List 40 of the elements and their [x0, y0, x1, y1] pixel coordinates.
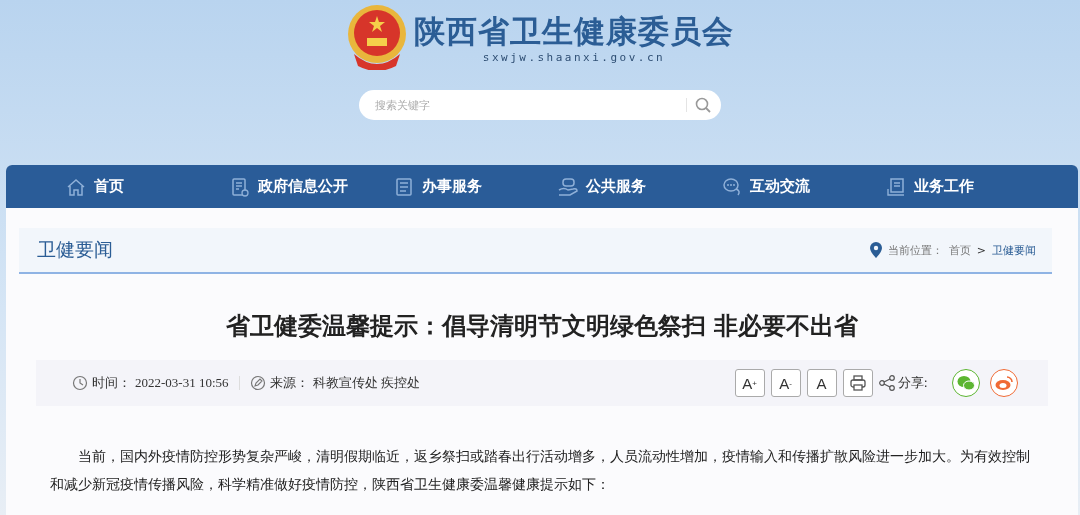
nav-item[interactable]: 业务工作: [886, 165, 1050, 208]
nav-item[interactable]: 互动交流: [722, 165, 886, 208]
breadcrumb-separator: >: [976, 243, 986, 257]
search-icon[interactable]: [695, 97, 711, 113]
search-field[interactable]: 搜索关键字: [359, 90, 721, 120]
share-button[interactable]: [990, 369, 1018, 397]
font-size-button[interactable]: A$^{-}$: [770, 369, 801, 397]
meta-value: 2022-03-31 10:56: [135, 375, 229, 391]
chat-icon: [722, 176, 742, 197]
meta-label: 来源：: [269, 374, 309, 392]
share-button[interactable]: [952, 369, 980, 397]
list-icon: [394, 176, 414, 197]
document-icon: [230, 176, 250, 197]
hand-icon: [558, 176, 578, 197]
home-icon: [66, 176, 86, 197]
article-title: 省卫健委温馨提示：倡导清明节文明绿色祭扫 非必要不出省: [224, 311, 860, 342]
font-size-button[interactable]: A$^{+}$: [734, 369, 765, 397]
nav-item[interactable]: 首页: [66, 165, 230, 208]
location-pin-icon: [869, 242, 882, 258]
breadcrumb-link[interactable]: 首页: [948, 242, 971, 258]
share-label: 分享:: [897, 374, 928, 392]
site-title: 陕西省卫生健康委员会: [414, 11, 734, 51]
emblem-logo: [346, 4, 408, 70]
breadcrumb-link[interactable]: 卫健要闻: [992, 242, 1036, 258]
printer-icon: [849, 375, 866, 391]
site-url: sxwjw.shaanxi.gov.cn: [482, 50, 666, 64]
meta-label: 时间：: [92, 374, 131, 392]
pencil-icon: [249, 375, 266, 391]
nav-item[interactable]: 政府信息公开: [230, 165, 394, 208]
meta-value: 科教宣传处 疾控处: [312, 374, 420, 392]
print-button[interactable]: [842, 369, 873, 397]
book-icon: [886, 176, 906, 197]
article-paragraph: 当前，国内外疫情防控形势复杂严峻，清明假期临近，返乡祭扫或踏春出行活动增多，人员流动性增加，疫情输入和传播扩散风险进一步加大。为有效控制和减少新冠疫情传播风险，科学精准做好疫情防控，陕西省卫生健康委温馨健康提示如下：: [50, 447, 1031, 494]
font-size-button[interactable]: A: [806, 369, 837, 397]
location-label: 当前位置：: [887, 242, 943, 258]
nav-item[interactable]: 公共服务: [558, 165, 722, 208]
share-icon: [878, 375, 895, 391]
nav-item[interactable]: 办事服务: [394, 165, 558, 208]
clock-icon: [72, 375, 88, 391]
section-title: 卫健要闻: [37, 237, 113, 262]
